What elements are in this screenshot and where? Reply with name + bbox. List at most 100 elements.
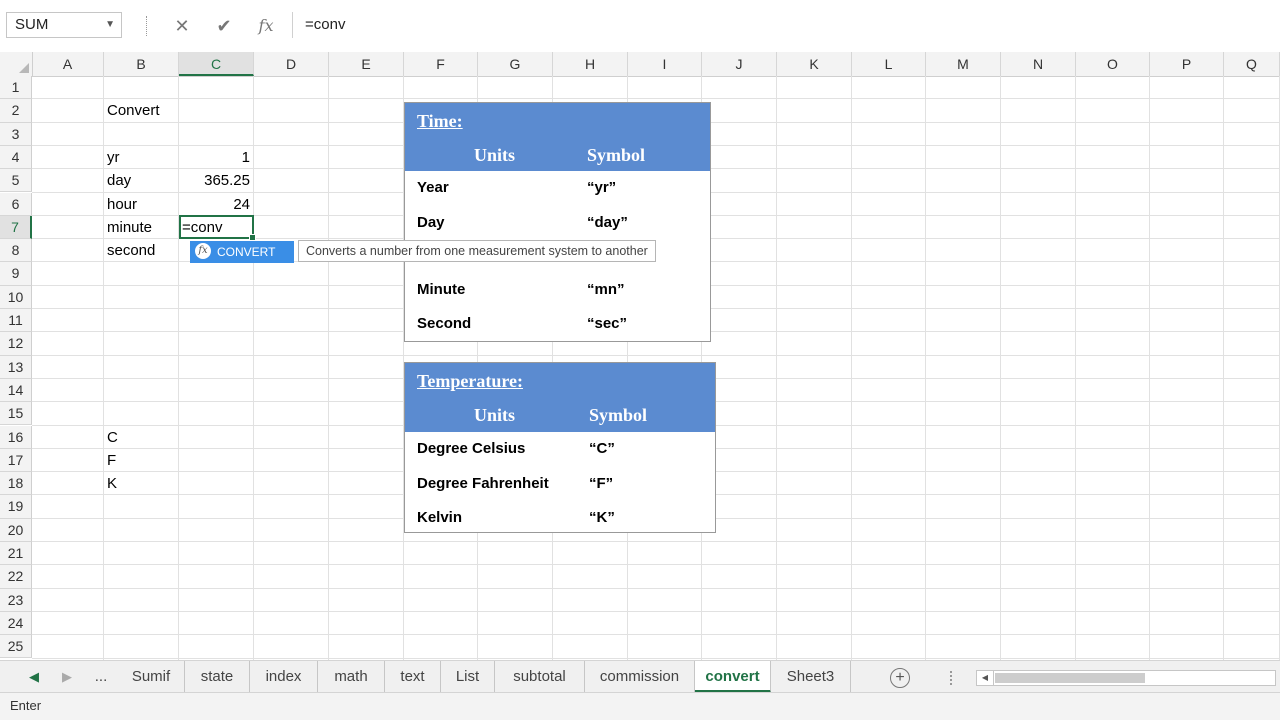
row-header-23[interactable]: 23 [0, 588, 32, 612]
row-header-22[interactable]: 22 [0, 565, 32, 589]
add-sheet-icon[interactable]: + [890, 668, 910, 688]
row-header-14[interactable]: 14 [0, 378, 32, 403]
cell-B7[interactable]: minute [107, 216, 152, 239]
time-row-unit: Day [417, 214, 445, 231]
column-header-A[interactable]: A [32, 52, 104, 76]
row-header-6[interactable]: 6 [0, 192, 32, 216]
tab-split-handle[interactable] [950, 671, 954, 685]
row-header-20[interactable]: 20 [0, 518, 32, 542]
row-header-25[interactable]: 25 [0, 635, 32, 659]
sheet-tab-index[interactable]: index [250, 661, 318, 693]
gridline [32, 610, 1280, 612]
gridline [851, 76, 852, 660]
row-header-10[interactable]: 10 [0, 285, 32, 309]
more-sheets-button[interactable]: ... [86, 661, 116, 693]
row-header-21[interactable]: 21 [0, 542, 32, 566]
enter-icon[interactable]: ✔ [212, 14, 236, 38]
row-header-7[interactable]: 7 [0, 215, 32, 240]
row-header-24[interactable]: 24 [0, 611, 32, 636]
cell-B17[interactable]: F [107, 449, 116, 472]
column-header-O[interactable]: O [1076, 52, 1150, 76]
horizontal-scrollbar[interactable]: ◀ [976, 670, 1276, 686]
insert-function-icon[interactable]: fx [254, 14, 278, 38]
chevron-down-icon[interactable]: ▼ [105, 13, 115, 37]
function-icon: fx [195, 243, 211, 259]
name-box-value: SUM [15, 16, 49, 33]
sheet-tab-math[interactable]: math [318, 661, 385, 693]
row-header-3[interactable]: 3 [0, 122, 32, 146]
next-sheet-icon[interactable]: ▶ [55, 661, 79, 693]
row-header-18[interactable]: 18 [0, 472, 32, 496]
column-header-K[interactable]: K [777, 52, 852, 76]
row-header-12[interactable]: 12 [0, 332, 32, 356]
row-header-15[interactable]: 15 [0, 402, 32, 426]
cell-B8[interactable]: second [107, 239, 155, 262]
row-header-2[interactable]: 2 [0, 99, 32, 123]
row-header-13[interactable]: 13 [0, 355, 32, 379]
cell-B2[interactable]: Convert [107, 99, 160, 122]
function-tooltip: Converts a number from one measurement s… [298, 240, 656, 262]
temperature-row-symbol: “F” [589, 475, 614, 492]
time-row-unit: Second [417, 315, 472, 332]
name-box[interactable]: SUM ▼ [6, 12, 122, 38]
cancel-icon[interactable]: ✕ [170, 14, 194, 38]
cell-B6[interactable]: hour [107, 193, 137, 216]
cell-C4[interactable]: 1 [179, 146, 250, 169]
column-header-G[interactable]: G [478, 52, 553, 76]
column-header-C[interactable]: C [179, 52, 254, 76]
cell-C6[interactable]: 24 [179, 193, 250, 216]
sheet-tab-state[interactable]: state [185, 661, 250, 693]
cell-B5[interactable]: day [107, 169, 131, 192]
temperature-row-unit: Degree Celsius [417, 440, 526, 457]
row-header-8[interactable]: 8 [0, 239, 32, 263]
cell-B4[interactable]: yr [107, 146, 120, 169]
row-header-11[interactable]: 11 [0, 309, 32, 333]
formula-input[interactable]: =conv [292, 12, 1280, 38]
row-header-19[interactable]: 19 [0, 495, 32, 519]
row-header-9[interactable]: 9 [0, 262, 32, 286]
row-header-1[interactable]: 1 [0, 76, 32, 100]
temperature-col-units: Units [474, 405, 516, 425]
column-header-D[interactable]: D [254, 52, 329, 76]
cell-C7-editing[interactable]: =conv [182, 216, 222, 239]
time-col-units: Units [474, 145, 516, 165]
column-header-B[interactable]: B [104, 52, 179, 76]
previous-sheet-icon[interactable]: ◀ [22, 661, 46, 693]
row-header-17[interactable]: 17 [0, 448, 32, 473]
time-units-table: Time: Units Symbol Year “yr” Day “day” M… [404, 102, 711, 342]
column-header-F[interactable]: F [404, 52, 478, 76]
autocomplete-convert-item[interactable]: fx CONVERT [190, 241, 294, 263]
row-header-5[interactable]: 5 [0, 169, 32, 193]
scrollbar-thumb[interactable] [995, 673, 1145, 683]
scroll-left-icon[interactable]: ◀ [977, 671, 994, 685]
sheet-tab-commission[interactable]: commission [585, 661, 695, 693]
column-header-L[interactable]: L [852, 52, 926, 76]
time-row-symbol: “mn” [587, 281, 625, 298]
row-header-16[interactable]: 16 [0, 425, 32, 449]
column-header-Q[interactable]: Q [1224, 52, 1280, 76]
column-header-H[interactable]: H [553, 52, 628, 76]
gridline [328, 76, 329, 660]
sheet-tab-subtotal[interactable]: subtotal [495, 661, 585, 693]
column-header-P[interactable]: P [1150, 52, 1224, 76]
cell-B16[interactable]: C [107, 426, 118, 449]
sheet-tab-sumif[interactable]: Sumif [118, 661, 185, 693]
sheet-tab-sheet3[interactable]: Sheet3 [771, 661, 851, 693]
column-header-J[interactable]: J [702, 52, 777, 76]
row-header-4[interactable]: 4 [0, 145, 32, 170]
gridline [776, 76, 777, 660]
formula-bar-separator [146, 16, 149, 36]
sheet-tab-convert[interactable]: convert [695, 661, 771, 693]
column-header-M[interactable]: M [926, 52, 1001, 76]
column-header-E[interactable]: E [329, 52, 404, 76]
sheet-tab-list[interactable]: List [441, 661, 495, 693]
temperature-units-table: Temperature: Units Symbol Degree Celsius… [404, 362, 716, 533]
gridline [32, 587, 1280, 589]
cell-B18[interactable]: K [107, 472, 117, 495]
column-header-I[interactable]: I [628, 52, 702, 76]
cell-C5[interactable]: 365.25 [179, 169, 250, 192]
column-header-N[interactable]: N [1001, 52, 1076, 76]
sheet-tab-text[interactable]: text [385, 661, 441, 693]
fill-handle[interactable] [249, 234, 256, 241]
select-all-button[interactable] [0, 52, 33, 76]
